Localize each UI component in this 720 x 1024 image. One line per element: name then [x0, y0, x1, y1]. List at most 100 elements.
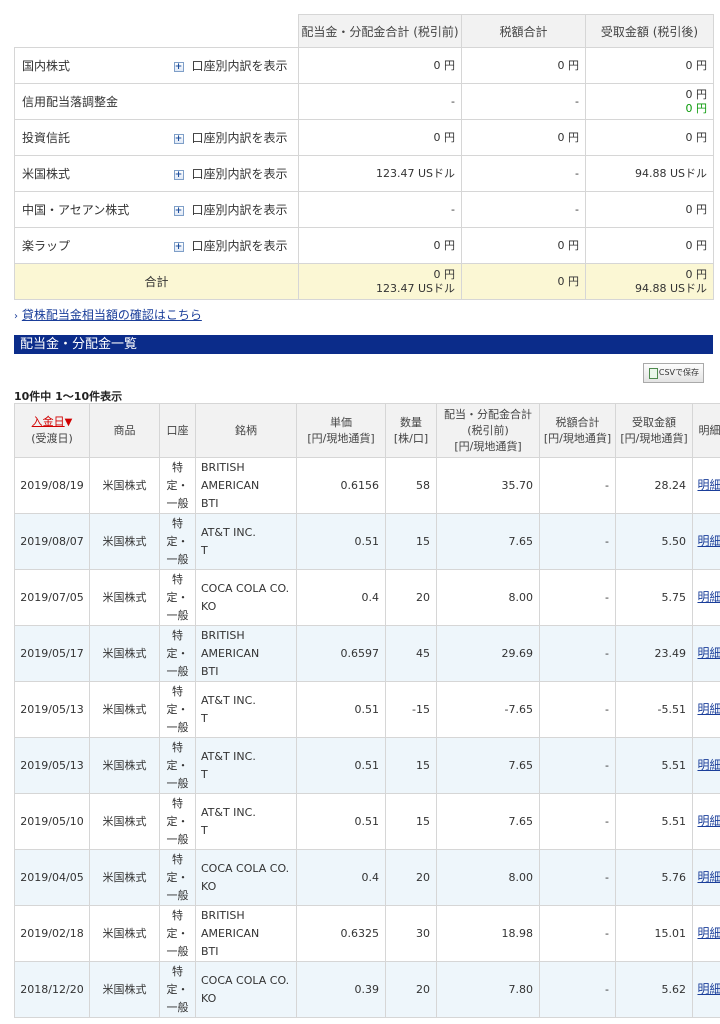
- cell-account: 特定・ 一般: [159, 569, 196, 626]
- account-type: 定: [166, 758, 178, 772]
- header-received-label: 受取金額: [632, 415, 676, 429]
- header-unit-price-unit: [円/現地通貨]: [307, 431, 375, 445]
- expand-plus-icon[interactable]: +: [173, 205, 184, 216]
- expand-plus-icon[interactable]: +: [173, 169, 184, 180]
- show-account-breakdown-toggle[interactable]: + 口座別内訳を表示: [173, 239, 288, 253]
- cell-quantity: 20: [385, 961, 437, 1018]
- csv-save-button[interactable]: CSVで保存: [643, 363, 704, 383]
- summary-tax: 0 円: [461, 119, 586, 156]
- total-pre-tax-value: 0 円: [433, 267, 456, 281]
- detail-link[interactable]: 明細: [697, 758, 720, 772]
- cell-dividend: 7.65: [436, 737, 540, 794]
- lend-dividend-link[interactable]: › 貸株配当金相当額の確認はこちら: [14, 306, 202, 323]
- account-type: 特: [172, 460, 183, 474]
- expand-plus-icon[interactable]: +: [173, 61, 184, 72]
- cell-unit-price: 0.51: [296, 681, 386, 738]
- show-account-breakdown-toggle[interactable]: + 口座別内訳を表示: [173, 167, 288, 181]
- issue-name-line: COCA COLA CO.: [201, 861, 290, 875]
- account-type: 特: [172, 796, 183, 810]
- issue-name-line: AT&T INC.: [201, 805, 256, 819]
- cell-unit-price: 0.51: [296, 793, 386, 850]
- issue-name-line: T: [201, 767, 208, 781]
- summary-tax-value: -: [575, 94, 579, 108]
- table-row: 2019/08/19 米国株式特定・ 一般 BRITISH AMERICAN BTI 0.6…: [14, 457, 720, 514]
- cell-tax: -: [539, 457, 616, 514]
- detail-link[interactable]: 明細: [697, 646, 720, 660]
- cell-unit-price: 0.4: [296, 849, 386, 906]
- lend-dividend-link-text[interactable]: 貸株配当金相当額の確認はこちら: [22, 308, 202, 322]
- account-type: 定: [166, 814, 178, 828]
- detail-link[interactable]: 明細: [697, 870, 720, 884]
- summary-header-row: 配当金・分配金合計 (税引前) 税額合計 受取金額 (税引後): [14, 14, 714, 48]
- cell-detail: 明細: [692, 849, 720, 906]
- cell-dividend: 8.00: [436, 849, 540, 906]
- cell-detail: 明細: [692, 681, 720, 738]
- show-account-breakdown-label[interactable]: 口座別内訳を表示: [192, 203, 288, 217]
- expand-plus-icon[interactable]: +: [173, 241, 184, 252]
- summary-after-tax-value: 0 円: [685, 202, 708, 216]
- detail-link[interactable]: 明細: [697, 478, 720, 492]
- summary-total-row: 合計 0 円 123.47 USドル 0 円0 円 94.88 USドル: [14, 263, 714, 300]
- sort-date-link[interactable]: 入金日: [32, 415, 65, 428]
- cell-account: 特定・ 一般: [159, 681, 196, 738]
- account-type: 一般: [166, 832, 189, 846]
- account-type: 定: [166, 870, 178, 884]
- link-arrow-icon: ›: [14, 311, 18, 322]
- show-account-breakdown-label[interactable]: 口座別内訳を表示: [192, 239, 288, 253]
- summary-pre-tax: 123.47 USドル: [298, 155, 462, 192]
- issue-name-line: BTI: [201, 944, 219, 958]
- summary-after-tax-value: 0 円: [685, 130, 708, 144]
- cell-unit-price: 0.51: [296, 737, 386, 794]
- summary-tax: 0 円: [461, 227, 586, 264]
- cell-quantity: 15: [385, 793, 437, 850]
- cell-unit-price: 0.6156: [296, 457, 386, 514]
- cell-received: 23.49: [615, 625, 693, 682]
- detail-link[interactable]: 明細: [697, 814, 720, 828]
- show-account-breakdown-label[interactable]: 口座別内訳を表示: [192, 167, 288, 181]
- cell-account: 特定・ 一般: [159, 849, 196, 906]
- cell-account: 特定・ 一般: [159, 457, 196, 514]
- sort-desc-icon[interactable]: ▼: [65, 417, 73, 428]
- account-type: 一般: [166, 776, 189, 790]
- show-account-breakdown-label[interactable]: 口座別内訳を表示: [192, 59, 288, 73]
- show-account-breakdown-toggle[interactable]: + 口座別内訳を表示: [173, 59, 288, 73]
- show-account-breakdown-label[interactable]: 口座別内訳を表示: [192, 131, 288, 145]
- summary-header-tax: 税額合計: [461, 14, 586, 48]
- header-quantity-unit: [株/口]: [393, 431, 429, 445]
- cell-detail: 明細: [692, 569, 720, 626]
- cell-date: 2019/05/17: [14, 625, 90, 682]
- summary-tax: -: [461, 83, 586, 120]
- cell-issue: COCA COLA CO. KO: [195, 569, 297, 626]
- detail-link[interactable]: 明細: [697, 926, 720, 940]
- summary-pre-tax-value: -: [451, 202, 455, 216]
- total-pre-tax-value: 123.47 USドル: [375, 281, 455, 295]
- detail-link[interactable]: 明細: [697, 702, 720, 716]
- account-type: 一般: [166, 1000, 189, 1014]
- expand-plus-icon[interactable]: +: [173, 133, 184, 144]
- detail-link[interactable]: 明細: [697, 534, 720, 548]
- summary-after-tax: 0 円: [585, 119, 714, 156]
- header-quantity-label: 数量: [400, 415, 422, 429]
- detail-link[interactable]: 明細: [697, 982, 720, 996]
- show-account-breakdown-toggle[interactable]: + 口座別内訳を表示: [173, 131, 288, 145]
- account-type: 定: [166, 646, 178, 660]
- summary-header-pre-tax: 配当金・分配金合計 (税引前): [298, 14, 462, 48]
- detail-link[interactable]: 明細: [697, 590, 720, 604]
- cell-unit-price: 0.6597: [296, 625, 386, 682]
- header-quantity: 数量 [株/口]: [385, 403, 437, 458]
- cell-date: 2019/05/10: [14, 793, 90, 850]
- dividend-summary-table: 配当金・分配金合計 (税引前) 税額合計 受取金額 (税引後) 国内株式 + 口座別…: [14, 14, 714, 300]
- account-type: ・: [177, 590, 189, 604]
- breakdown-cell: + 口座別内訳を表示: [173, 191, 299, 228]
- total-after-tax: 0 円 94.88 USドル: [585, 263, 714, 300]
- cell-issue: BRITISH AMERICAN BTI: [195, 625, 297, 682]
- cell-detail: 明細: [692, 793, 720, 850]
- cell-issue: COCA COLA CO. KO: [195, 849, 297, 906]
- cell-tax: -: [539, 849, 616, 906]
- cell-issue: AT&T INC. T: [195, 513, 297, 570]
- header-dividend-sub: (税引前): [467, 423, 509, 437]
- cell-dividend: 7.65: [436, 793, 540, 850]
- show-account-breakdown-toggle[interactable]: + 口座別内訳を表示: [173, 203, 288, 217]
- issue-name-line: AT&T INC.: [201, 749, 256, 763]
- header-date[interactable]: 入金日▼ (受渡日): [14, 403, 90, 458]
